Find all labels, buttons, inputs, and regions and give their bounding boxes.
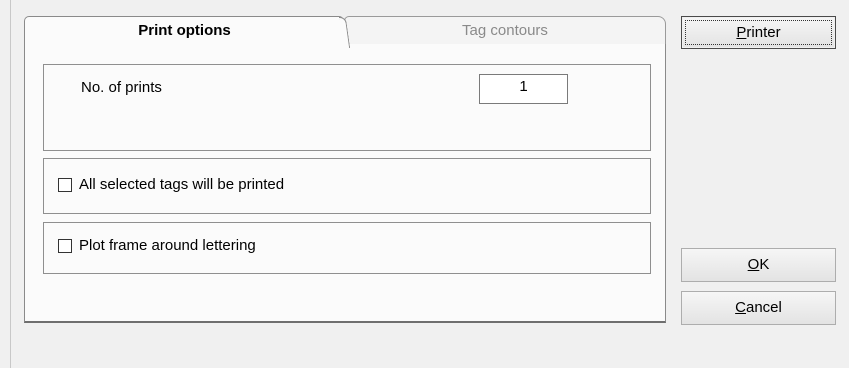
- ok-label-rest: K: [759, 256, 770, 273]
- tab-print-options[interactable]: Print options: [24, 16, 344, 46]
- print-options-panel: No. of prints All selected tags will be …: [24, 44, 666, 323]
- cancel-mnemonic: C: [735, 299, 746, 316]
- tab-tag-contours-label: Tag contours: [462, 22, 548, 39]
- all-selected-checkbox[interactable]: [58, 177, 72, 192]
- all-selected-group: All selected tags will be printed: [43, 158, 651, 214]
- plot-frame-checkbox-row[interactable]: Plot frame around lettering: [58, 237, 256, 254]
- no-of-prints-label: No. of prints: [81, 79, 162, 96]
- focus-rect: [685, 20, 832, 45]
- tab-print-options-label: Print options: [138, 22, 231, 39]
- ok-mnemonic: O: [747, 256, 760, 273]
- plot-frame-group: Plot frame around lettering: [43, 222, 651, 274]
- printer-button[interactable]: Printer: [681, 16, 836, 49]
- all-selected-checkbox-row[interactable]: All selected tags will be printed: [58, 176, 284, 193]
- window-edge: [10, 0, 11, 368]
- cancel-button[interactable]: Cancel: [681, 291, 836, 325]
- tab-tag-contours[interactable]: Tag contours: [344, 16, 666, 44]
- plot-frame-checkbox[interactable]: [58, 238, 72, 253]
- ok-button[interactable]: OK: [681, 248, 836, 282]
- no-of-prints-input[interactable]: [479, 74, 568, 104]
- cancel-label-rest: ancel: [745, 299, 782, 316]
- plot-frame-label: Plot frame around lettering: [79, 237, 256, 254]
- print-dialog: Print options Tag contours No. of prints…: [0, 0, 849, 368]
- all-selected-label: All selected tags will be printed: [79, 176, 285, 193]
- no-of-prints-group: No. of prints: [43, 64, 651, 151]
